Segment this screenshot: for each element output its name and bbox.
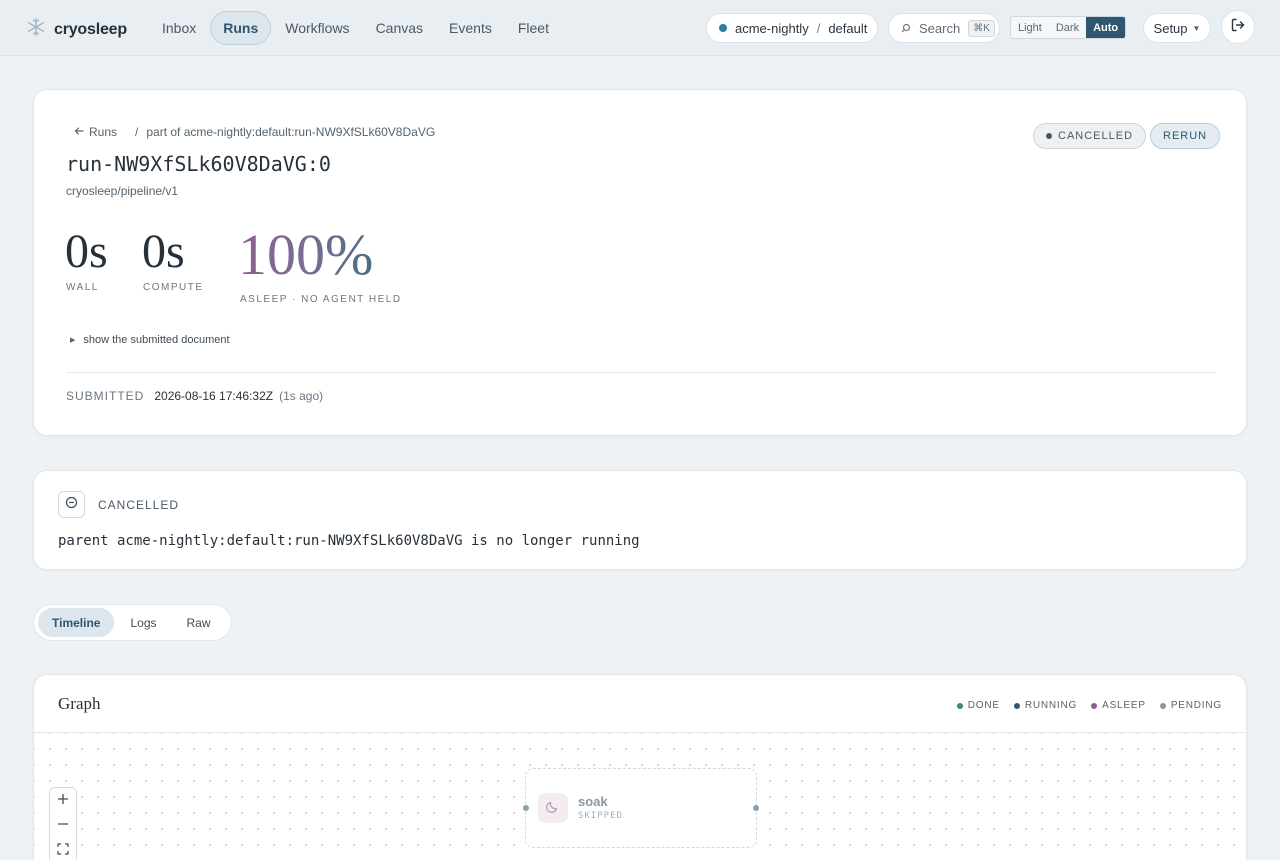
wall-time-value: 0s xyxy=(65,225,108,278)
run-title: run-NW9XfSLk60V8DaVG:0 xyxy=(66,152,331,176)
workspace-project: default xyxy=(828,20,868,36)
compute-time-label: COMPUTE xyxy=(143,282,204,293)
legend-asleep: ASLEEP xyxy=(1091,700,1146,711)
graph-card: Graph DONE RUNNING ASLEEP PENDING soak S… xyxy=(33,674,1247,860)
brand[interactable]: cryosleep xyxy=(26,17,127,42)
workspace-selector[interactable]: acme-nightly / default xyxy=(706,13,878,43)
moon-icon xyxy=(546,799,560,818)
minus-icon xyxy=(57,817,69,835)
breadcrumb-separator: / xyxy=(135,125,139,139)
nav-workflows[interactable]: Workflows xyxy=(273,11,361,45)
back-to-runs-link[interactable]: Runs xyxy=(74,125,117,139)
theme-switcher: Light Dark Auto xyxy=(1010,16,1127,39)
nav-runs[interactable]: Runs xyxy=(210,11,272,45)
search-label: Search xyxy=(919,20,961,36)
legend-done: DONE xyxy=(956,700,1000,711)
nav-inbox[interactable]: Inbox xyxy=(150,11,208,45)
cancel-notice-heading: CANCELLED xyxy=(98,498,180,512)
legend-pending-label: PENDING xyxy=(1170,700,1222,711)
legend-pending-dot xyxy=(1159,702,1166,709)
status-badge: CANCELLED xyxy=(1033,123,1147,149)
compute-time-value: 0s xyxy=(142,225,185,278)
breadcrumb: Runs / part of acme-nightly:default:run-… xyxy=(74,125,435,139)
view-tabs: Timeline Logs Raw xyxy=(33,604,232,641)
setup-menu-button[interactable]: Setup ▼ xyxy=(1143,13,1211,43)
workspace-status-dot xyxy=(719,24,727,32)
search-button[interactable]: Search ⌘K xyxy=(888,13,1000,43)
setup-label: Setup xyxy=(1153,20,1188,36)
workspace-separator: / xyxy=(816,20,821,36)
nav-canvas[interactable]: Canvas xyxy=(364,11,435,45)
back-to-runs-label: Runs xyxy=(89,125,118,139)
divider xyxy=(66,372,1216,373)
tab-timeline[interactable]: Timeline xyxy=(38,608,115,637)
brand-name: cryosleep xyxy=(54,20,127,38)
theme-dark[interactable]: Dark xyxy=(1049,17,1086,38)
search-icon xyxy=(901,21,911,36)
cancel-notice-message: parent acme-nightly:default:run-NW9XfSLk… xyxy=(58,533,640,549)
tab-logs[interactable]: Logs xyxy=(116,608,170,637)
submitted-label: SUBMITTED xyxy=(66,389,145,403)
arrow-left-icon xyxy=(74,125,84,139)
logout-button[interactable] xyxy=(1221,10,1255,44)
cancel-notice-icon-box xyxy=(58,491,85,518)
graph-node-soak[interactable]: soak SKIPPED xyxy=(523,768,759,848)
submitted-info: SUBMITTED 2026-08-16 17:46:32Z (1s ago) xyxy=(66,389,323,403)
zoom-in-button[interactable] xyxy=(50,788,76,813)
legend-asleep-dot xyxy=(1091,702,1098,709)
theme-light[interactable]: Light xyxy=(1011,17,1049,38)
parent-run-link[interactable]: part of acme-nightly:default:run-NW9XfSL… xyxy=(146,125,435,139)
node-input-port[interactable] xyxy=(523,805,529,811)
caret-down-icon: ▼ xyxy=(1192,23,1201,33)
plus-icon xyxy=(57,792,69,810)
zoom-controls xyxy=(49,787,77,860)
cancel-notice-card: CANCELLED parent acme-nightly:default:ru… xyxy=(33,470,1247,570)
graph-legend: DONE RUNNING ASLEEP PENDING xyxy=(956,700,1222,711)
show-document-toggle[interactable]: ▶ show the submitted document xyxy=(70,334,230,346)
legend-pending: PENDING xyxy=(1159,700,1222,711)
legend-running-label: RUNNING xyxy=(1024,700,1078,711)
legend-done-label: DONE xyxy=(967,700,1000,711)
tab-raw[interactable]: Raw xyxy=(173,608,225,637)
status-label: CANCELLED xyxy=(1058,130,1134,142)
minus-circle-icon xyxy=(65,496,78,514)
pipeline-name: cryosleep/pipeline/v1 xyxy=(66,184,179,198)
graph-title: Graph xyxy=(58,694,101,713)
snowflake-icon xyxy=(26,17,46,42)
submitted-timestamp: 2026-08-16 17:46:32Z xyxy=(154,389,274,403)
nav-events[interactable]: Events xyxy=(437,11,504,45)
theme-auto[interactable]: Auto xyxy=(1086,17,1126,38)
node-output-port[interactable] xyxy=(753,805,759,811)
status-dot xyxy=(1046,133,1052,139)
node-state: SKIPPED xyxy=(578,811,623,821)
legend-asleep-label: ASLEEP xyxy=(1102,700,1146,711)
legend-running-dot xyxy=(1013,702,1020,709)
show-document-label: show the submitted document xyxy=(83,334,230,346)
search-shortcut: ⌘K xyxy=(968,19,995,37)
workspace-org: acme-nightly xyxy=(735,20,809,36)
zoom-out-button[interactable] xyxy=(50,813,76,838)
legend-running: RUNNING xyxy=(1013,700,1078,711)
asleep-percentage: 100% xyxy=(238,222,374,287)
fit-view-icon xyxy=(57,842,69,860)
node-name: soak xyxy=(578,794,608,809)
main-nav: Inbox Runs Workflows Canvas Events Fleet xyxy=(150,11,561,45)
legend-done-dot xyxy=(956,702,963,709)
wall-time-label: WALL xyxy=(66,282,99,293)
asleep-label: ASLEEP · NO AGENT HELD xyxy=(240,294,402,305)
submitted-relative: (1s ago) xyxy=(279,389,324,403)
node-icon-box xyxy=(538,793,568,823)
rerun-button[interactable]: RERUN xyxy=(1150,123,1221,149)
logout-icon xyxy=(1230,17,1246,38)
nav-fleet[interactable]: Fleet xyxy=(506,11,561,45)
top-bar: cryosleep Inbox Runs Workflows Canvas Ev… xyxy=(0,0,1280,56)
run-summary-card: Runs / part of acme-nightly:default:run-… xyxy=(33,89,1247,436)
fit-view-button[interactable] xyxy=(50,838,76,860)
triangle-right-icon: ▶ xyxy=(70,337,76,344)
